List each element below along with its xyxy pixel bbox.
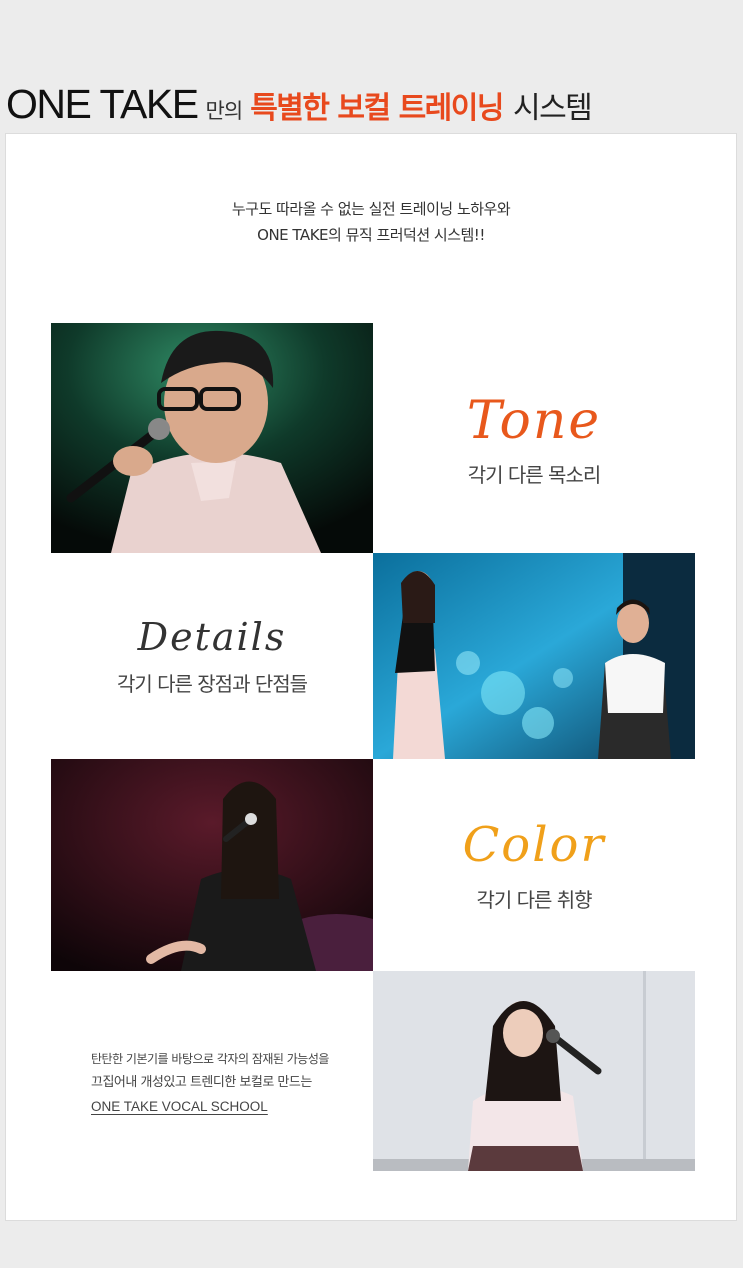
photo-female-singer-seated xyxy=(51,759,373,971)
color-section: Color 각기 다른 취향 xyxy=(373,814,695,913)
header-particle: 만의 xyxy=(205,99,244,123)
closing-line-2: 끄집어내 개성있고 트렌디한 보컬로 만드는 xyxy=(91,1075,312,1090)
header-accent-text: 특별한 보컬 트레이닝 xyxy=(250,91,504,126)
details-subtitle: 각기 다른 장점과 단점들 xyxy=(116,672,308,696)
details-section: Details 각기 다른 장점과 단점들 xyxy=(51,612,373,697)
closing-text: 탄탄한 기본기를 바탕으로 각자의 잠재된 가능성을 끄집어내 개성있고 트렌디… xyxy=(91,1047,329,1119)
tone-subtitle: 각기 다른 목소리 xyxy=(467,463,602,487)
color-subtitle: 각기 다른 취향 xyxy=(476,888,592,912)
photo-male-singer xyxy=(51,323,373,553)
intro-text: 누구도 따라올 수 없는 실전 트레이닝 노하우와 ONE TAKE의 뮤직 프… xyxy=(6,196,736,248)
page-title: ONE TAKE 만의 특별한 보컬 트레이닝 시스템 xyxy=(6,80,593,128)
tone-title: Tone xyxy=(466,391,602,451)
closing-line-3: ONE TAKE VOCAL SCHOOL xyxy=(91,1099,268,1114)
closing-line-1: 탄탄한 기본기를 바탕으로 각자의 잠재된 가능성을 xyxy=(91,1052,329,1066)
intro-line-2: ONE TAKE의 뮤직 프러덕션 시스템!! xyxy=(257,226,485,244)
content-card: 누구도 따라올 수 없는 실전 트레이닝 노하우와 ONE TAKE의 뮤직 프… xyxy=(5,133,737,1221)
header-tail-text: 시스템 xyxy=(512,91,593,126)
tone-section: Tone 각기 다른 목소리 xyxy=(373,389,695,488)
photo-duet-singers xyxy=(373,553,695,759)
intro-line-1: 누구도 따라올 수 없는 실전 트레이닝 노하우와 xyxy=(231,200,511,218)
color-title: Color xyxy=(462,817,606,873)
details-title: Details xyxy=(137,615,287,659)
brand-name: ONE TAKE xyxy=(6,81,199,127)
photo-student-singer xyxy=(373,971,695,1171)
